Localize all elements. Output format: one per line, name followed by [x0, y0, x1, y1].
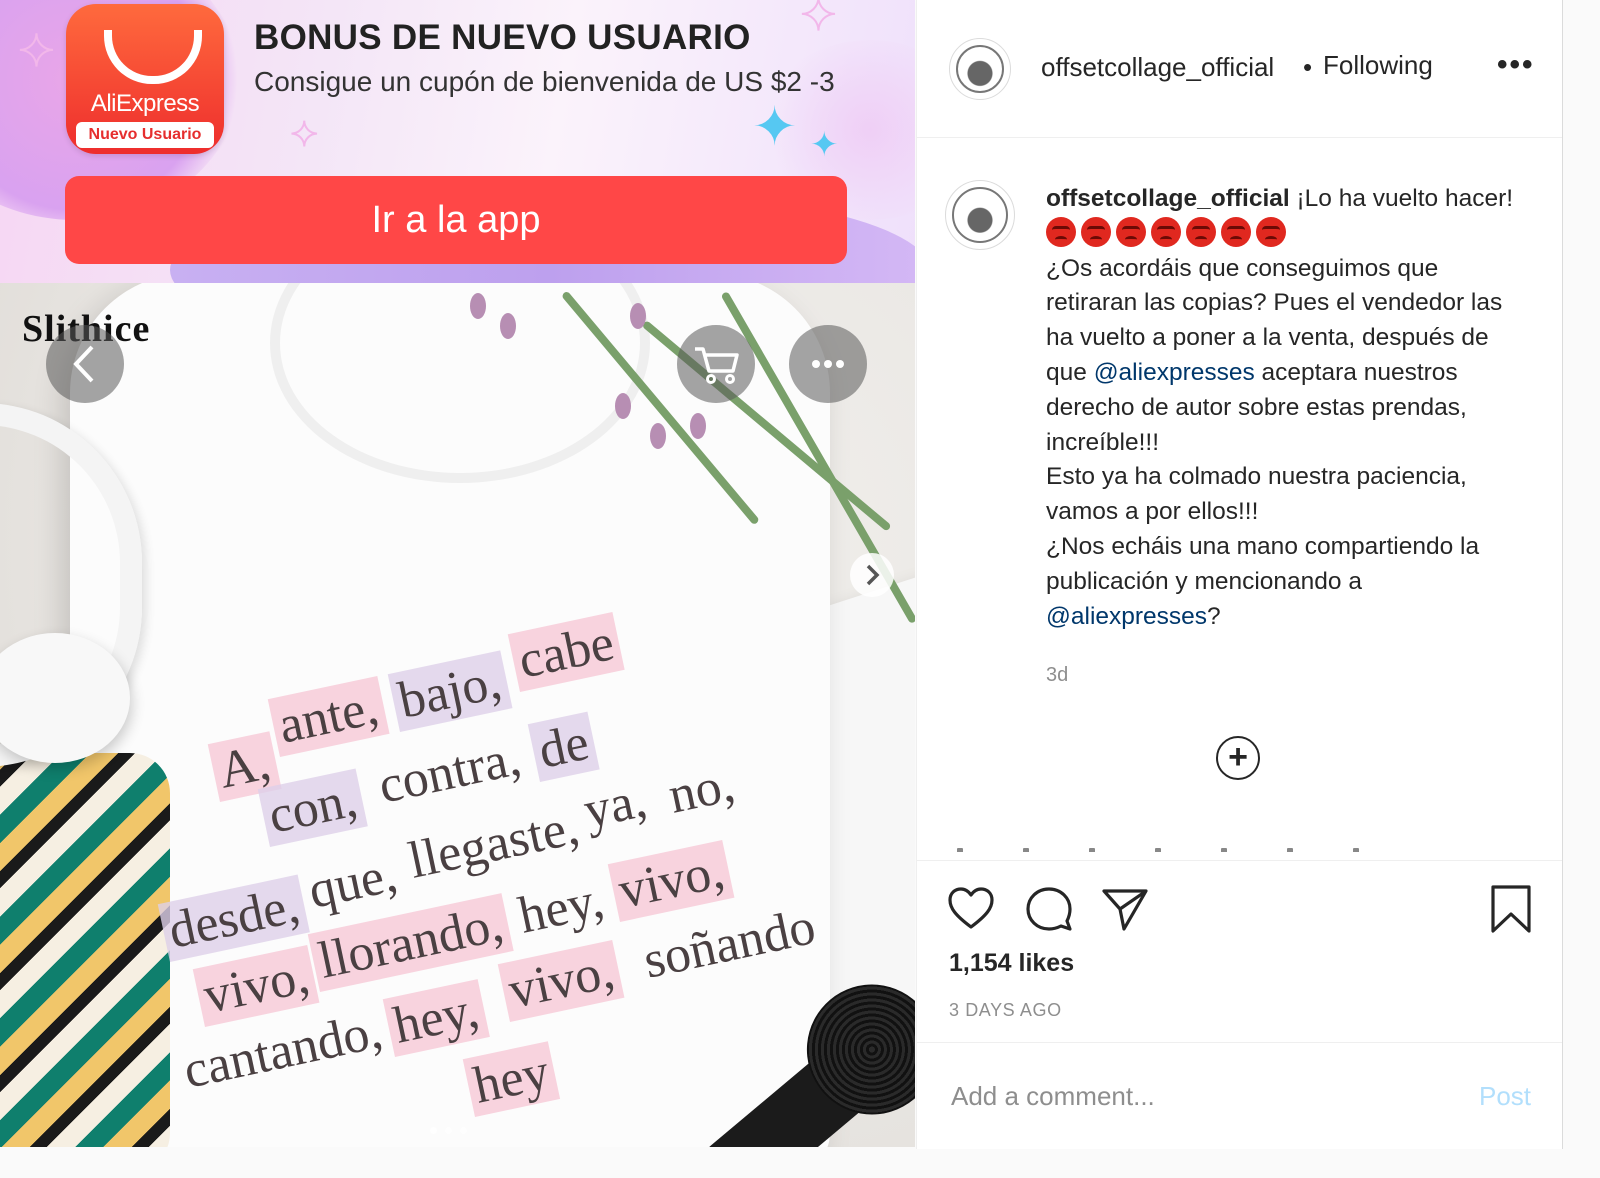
carousel-dot	[460, 1127, 467, 1134]
comment-input[interactable]	[949, 1073, 1453, 1119]
post-actions: 1,154 likes 3 DAYS AGO	[917, 860, 1562, 1020]
likes-count[interactable]: 1,154 likes	[949, 949, 1074, 978]
angry-face-icon	[1081, 216, 1111, 247]
carousel-dot	[430, 1127, 437, 1134]
avatar[interactable]	[949, 38, 1011, 100]
angry-emoji-row	[1046, 216, 1291, 247]
angry-face-icon	[1256, 216, 1286, 247]
following-button[interactable]: Following	[1323, 50, 1433, 81]
previous-image-button[interactable]	[46, 325, 124, 403]
shirt-word: ante,	[267, 676, 390, 757]
shirt-word: ya,	[578, 771, 652, 840]
more-dots-icon	[812, 360, 844, 368]
heart-icon[interactable]	[945, 883, 997, 935]
load-more-comments-button[interactable]: +	[1216, 736, 1260, 780]
next-image-button[interactable]	[850, 553, 894, 597]
more-options-button[interactable]	[789, 325, 867, 403]
shirt-word: de	[527, 711, 600, 782]
mention-link[interactable]: @aliexpresses	[1046, 603, 1207, 630]
plus-circle-icon: +	[1228, 738, 1248, 776]
sparkle-icon: ✦	[752, 97, 798, 157]
next-comment-peek	[957, 840, 1517, 852]
carousel-dot	[445, 1127, 452, 1134]
cart-button[interactable]	[677, 325, 755, 403]
share-icon[interactable]	[1099, 883, 1151, 935]
shirt-word: vivo,	[497, 939, 625, 1022]
product-photo: A, ante, bajo, cabe con, contra, de desde, que, l…	[0, 283, 915, 1147]
sparkle-icon: ✦	[799, 0, 838, 40]
chevron-left-icon	[73, 345, 94, 383]
caption-text: Esto ya ha colmado nuestra paciencia, va…	[1046, 463, 1467, 526]
angry-face-icon	[1046, 216, 1076, 247]
logo-subtitle: Nuevo Usuario	[76, 122, 214, 148]
sparkle-icon: ✦	[810, 126, 839, 164]
shirt-print-text: A, ante, bajo, cabe con, contra, de desde, que, l…	[0, 283, 915, 1147]
more-options-icon[interactable]: •••	[1497, 48, 1535, 82]
post-panel: offsetcollage_official • Following ••• o…	[916, 0, 1563, 1149]
post-media: ✦ ✦ ✦ ✦ ✦ AliExpress Nuevo Usuario BONUS…	[0, 0, 915, 1147]
logo-brand-text: AliExpress	[90, 90, 200, 117]
angry-face-icon	[1186, 216, 1216, 247]
post-comment-button[interactable]: Post	[1479, 1081, 1531, 1112]
aliexpress-logo: AliExpress Nuevo Usuario	[66, 4, 224, 154]
sparkle-icon: ✦	[17, 27, 56, 76]
shirt-word: no,	[663, 755, 740, 825]
shirt-word: cabe	[507, 611, 625, 692]
banner-title: BONUS DE NUEVO USUARIO	[254, 18, 751, 57]
aliexpress-ad-banner: ✦ ✦ ✦ ✦ ✦ AliExpress Nuevo Usuario BONUS…	[0, 0, 915, 283]
shirt-word: vivo,	[192, 944, 320, 1027]
separator-dot: •	[1303, 52, 1313, 82]
post-header: offsetcollage_official • Following •••	[917, 0, 1562, 138]
shirt-word: contra,	[373, 729, 526, 815]
shirt-word: vivo,	[607, 839, 735, 922]
shirt-word: que,	[303, 845, 402, 920]
shopping-bag-icon	[104, 30, 202, 84]
shirt-word: hey,	[513, 871, 609, 945]
angry-face-icon	[1151, 216, 1181, 247]
banner-text: Consigue un cupón de bienvenida de US $2…	[254, 66, 835, 97]
mention-link[interactable]: @aliexpresses	[1094, 359, 1255, 386]
header-username[interactable]: offsetcollage_official	[1041, 52, 1274, 83]
post-date[interactable]: 3 DAYS AGO	[949, 1000, 1062, 1021]
shirt-word: hey	[462, 1041, 561, 1117]
sparkle-icon: ✦	[289, 116, 319, 154]
shirt-word: hey,	[382, 979, 490, 1057]
caption-text: ?	[1207, 602, 1221, 630]
bookmark-icon[interactable]	[1485, 883, 1537, 935]
cart-icon	[695, 347, 739, 384]
comment-icon[interactable]	[1023, 883, 1075, 935]
chevron-right-icon	[866, 564, 880, 586]
go-to-app-button[interactable]: Ir a la app	[65, 176, 847, 264]
post-caption: offsetcollage_official ¡Lo ha vuelto hac…	[1046, 182, 1516, 634]
caption-text: ¿Nos echáis una mano compartiendo la pub…	[1046, 532, 1480, 595]
caption-username[interactable]: offsetcollage_official	[1046, 185, 1290, 212]
caption-timestamp[interactable]: 3d	[1046, 664, 1068, 687]
angry-face-icon	[1221, 216, 1251, 247]
comment-bar: Post	[917, 1042, 1562, 1150]
caption-avatar[interactable]	[945, 180, 1015, 250]
caption-text: ¡Lo ha vuelto hacer!	[1289, 185, 1514, 212]
shirt-word: bajo,	[387, 650, 513, 732]
angry-face-icon	[1116, 216, 1146, 247]
carousel-dots	[430, 1121, 475, 1139]
